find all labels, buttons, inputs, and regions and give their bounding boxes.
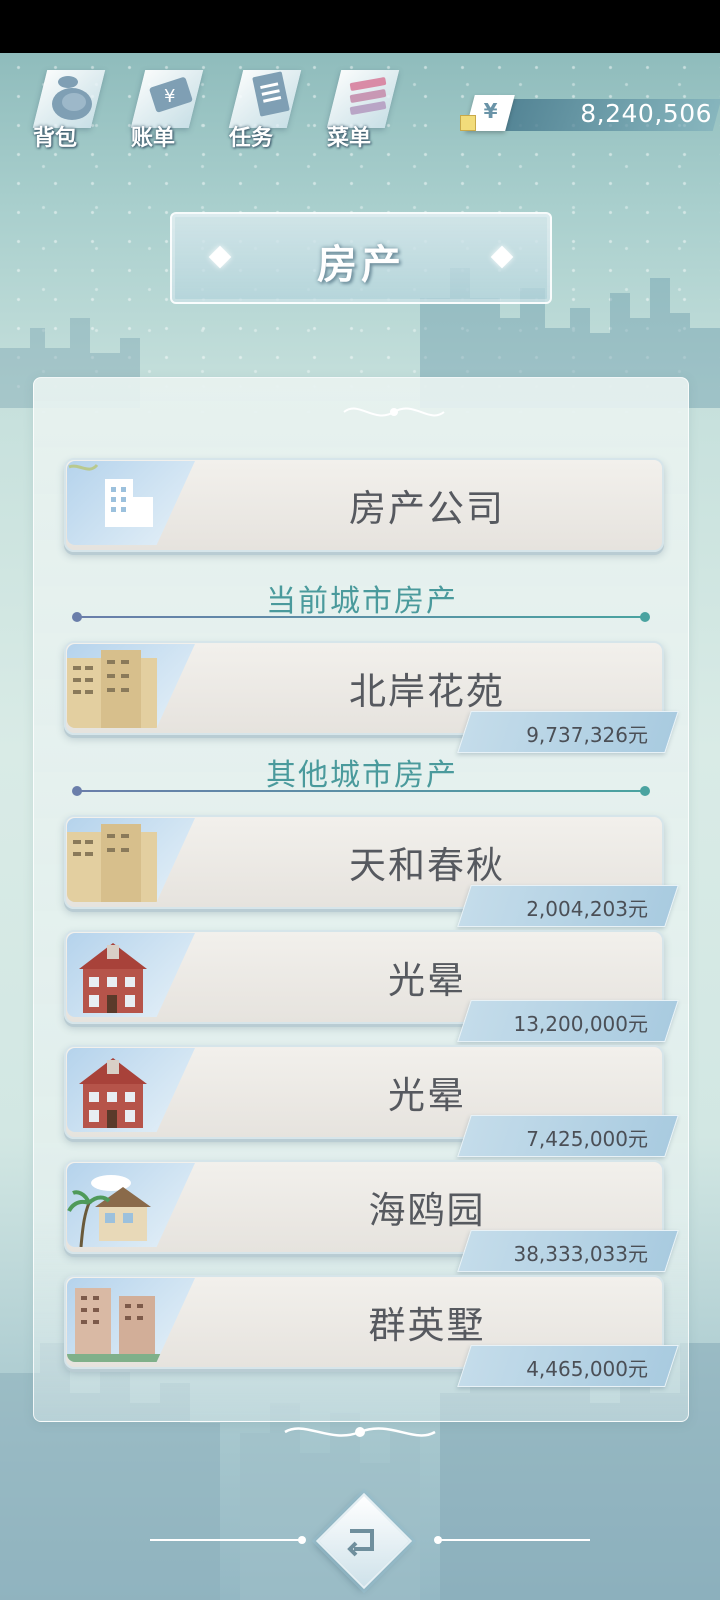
property-price: 9,737,326元 [526, 723, 648, 747]
side-line-left [150, 1536, 306, 1544]
divider-dot-right [640, 612, 650, 622]
property-name: 海鸥园 [368, 1189, 486, 1232]
property-price: 38,333,033元 [513, 1242, 648, 1266]
menu-button[interactable]: 菜单 [314, 60, 404, 152]
other-city-divider [72, 785, 650, 797]
price-tag: 2,004,203元 [457, 885, 679, 927]
back-arrow-icon [347, 1529, 374, 1557]
price-tag: 9,737,326元 [457, 711, 679, 753]
price-tag: 13,200,000元 [457, 1000, 679, 1042]
svg-text:¥: ¥ [164, 86, 175, 107]
property-card[interactable]: 北岸花苑 9,737,326元 [64, 641, 679, 753]
property-name: 光晕 [388, 1074, 466, 1117]
task-list-icon [252, 71, 290, 117]
divider-dot-right [640, 786, 650, 796]
ornament-bottom-icon [284, 1427, 436, 1437]
currency-symbol: ¥ [483, 99, 498, 123]
page-title-plate: 房产 [170, 212, 552, 304]
divider-line [78, 790, 644, 792]
property-card[interactable]: 天和春秋 2,004,203元 [64, 815, 679, 927]
page-title: 房产 [317, 242, 405, 288]
price-tag: 7,425,000元 [457, 1115, 679, 1157]
property-price: 4,465,000元 [526, 1357, 648, 1381]
bill-label: 账单 [130, 126, 175, 151]
status-bar [0, 0, 720, 53]
property-name: 北岸花苑 [349, 670, 505, 713]
bag-label: 背包 [32, 126, 77, 151]
divider-dot-left [72, 786, 82, 796]
property-price: 7,425,000元 [526, 1127, 648, 1151]
price-tag: 38,333,033元 [457, 1230, 679, 1272]
divider-dot-left [72, 612, 82, 622]
tasks-button[interactable]: 任务 [216, 60, 306, 152]
money-display: ¥ 8,240,506 [460, 95, 720, 131]
property-card[interactable]: 海鸥园 38,333,033元 [64, 1160, 679, 1272]
menu-icon [349, 77, 387, 115]
bag-icon [52, 76, 92, 120]
tasks-label: 任务 [228, 126, 273, 151]
property-name: 群英墅 [368, 1304, 486, 1347]
yen-bill-icon: ¥ [149, 77, 193, 113]
price-tag: 4,465,000元 [457, 1345, 679, 1387]
company-label: 房产公司 [349, 487, 505, 530]
property-price: 2,004,203元 [526, 897, 648, 921]
property-name: 天和春秋 [349, 844, 505, 887]
divider-line [78, 616, 644, 618]
current-city-divider [72, 611, 650, 623]
money-amount: 8,240,506 [580, 99, 712, 128]
ornament-top-icon [343, 407, 445, 417]
bag-button[interactable]: 背包 [20, 60, 110, 152]
bill-button[interactable]: ¥ 账单 [118, 60, 208, 152]
coin-icon [460, 115, 476, 131]
side-line-right [434, 1536, 590, 1544]
property-card[interactable]: 光晕 7,425,000元 [64, 1045, 679, 1157]
property-card[interactable]: 群英墅 4,465,000元 [64, 1275, 679, 1387]
property-company-button[interactable]: 房产公司 [64, 458, 664, 552]
property-name: 光晕 [388, 959, 466, 1002]
property-price: 13,200,000元 [513, 1012, 648, 1036]
property-card[interactable]: 光晕 13,200,000元 [64, 930, 679, 1042]
back-button[interactable] [315, 1492, 413, 1590]
menu-label: 菜单 [326, 126, 371, 151]
